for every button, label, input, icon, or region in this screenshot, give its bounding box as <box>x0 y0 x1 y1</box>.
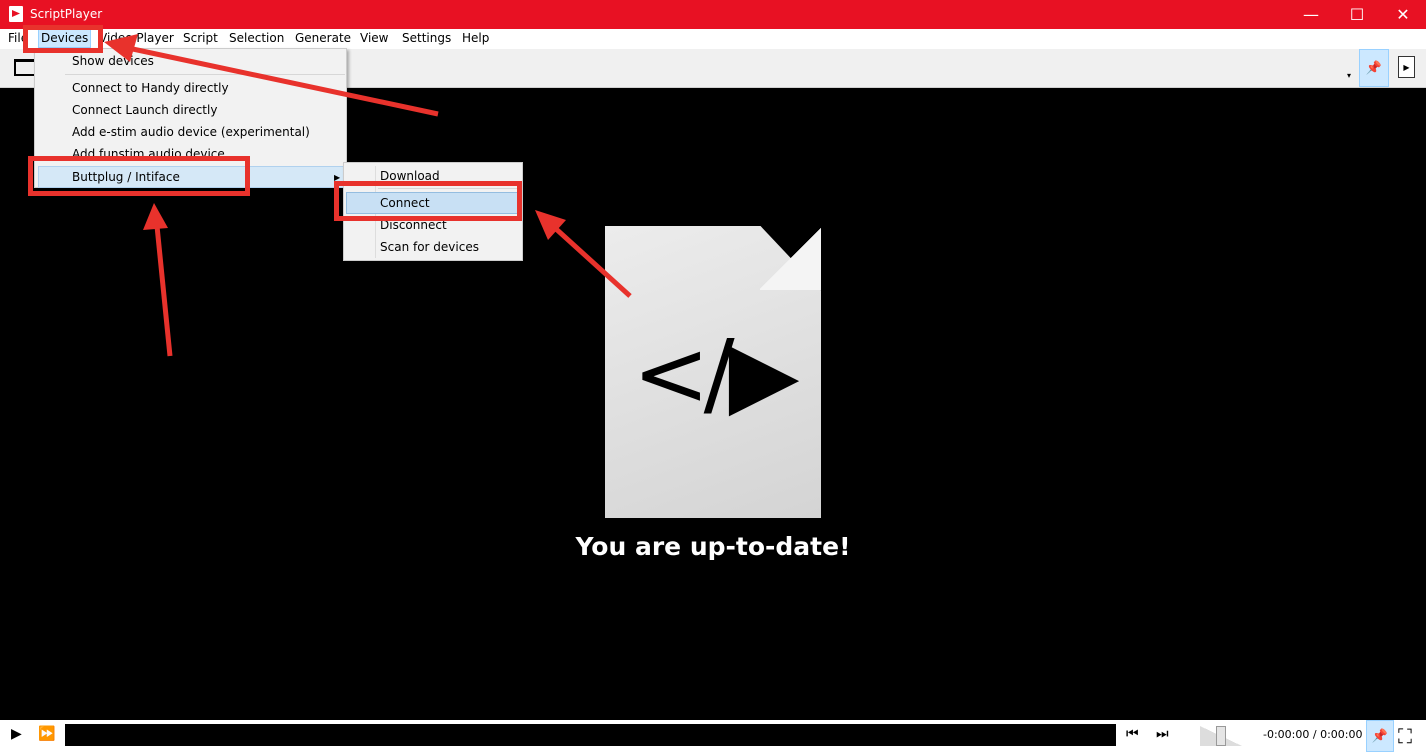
submenu-item-scan[interactable]: Scan for devices <box>380 240 479 254</box>
status-message: You are up-to-date! <box>575 532 851 561</box>
window-title: ScriptPlayer <box>30 7 103 21</box>
document-fold <box>760 226 821 290</box>
menu-help[interactable]: Help <box>462 31 489 45</box>
file-icon[interactable]: ▶ <box>1398 56 1415 78</box>
menu-item-connect-launch[interactable]: Connect Launch directly <box>72 103 217 117</box>
skip-next-icon[interactable]: ⏭ <box>1156 726 1169 742</box>
annotation-box-buttplug <box>28 156 250 196</box>
toolbar-overflow-icon[interactable]: ▾ <box>1347 71 1351 80</box>
seek-bar[interactable] <box>65 724 1116 746</box>
menu-selection[interactable]: Selection <box>229 31 284 45</box>
maximize-button[interactable]: ☐ <box>1334 0 1380 29</box>
time-display: -0:00:00 / 0:00:00 <box>1263 728 1363 741</box>
annotation-box-devices <box>23 25 103 53</box>
pin-icon[interactable]: 📌 <box>1366 720 1394 752</box>
minimize-button[interactable]: — <box>1288 0 1334 29</box>
menu-generate[interactable]: Generate <box>295 31 351 45</box>
menu-settings[interactable]: Settings <box>402 31 451 45</box>
fast-forward-icon[interactable]: ⏩ <box>38 726 55 742</box>
volume-slider[interactable] <box>1200 726 1242 746</box>
play-icon[interactable]: ▶ <box>11 726 22 742</box>
menu-view[interactable]: View <box>360 31 388 45</box>
menu-item-add-estim[interactable]: Add e-stim audio device (experimental) <box>72 125 310 139</box>
annotation-box-connect <box>334 181 522 221</box>
title-bar: ScriptPlayer — ☐ ✕ <box>0 0 1426 29</box>
menu-script[interactable]: Script <box>183 31 218 45</box>
playback-controls: ▶ ⏩ ⏮ ⏭ -0:00:00 / 0:00:00 📌 ⛶ <box>0 720 1426 752</box>
menu-item-connect-handy[interactable]: Connect to Handy directly <box>72 81 229 95</box>
close-button[interactable]: ✕ <box>1380 0 1426 29</box>
skip-previous-icon[interactable]: ⏮ <box>1126 726 1139 742</box>
pin-icon[interactable]: 📌 <box>1359 49 1389 87</box>
open-folder-icon[interactable] <box>14 59 36 76</box>
menu-item-show-devices[interactable]: Show devices <box>72 54 154 68</box>
menu-bar: File Devices Video Player Script Selecti… <box>0 29 1426 49</box>
menu-separator <box>65 74 345 75</box>
app-icon <box>9 6 23 22</box>
fullscreen-icon[interactable]: ⛶ <box>1398 724 1422 748</box>
volume-thumb[interactable] <box>1216 726 1226 746</box>
menu-video-player[interactable]: Video Player <box>99 31 174 45</box>
script-player-logo-glyph: </▶ <box>632 319 800 427</box>
